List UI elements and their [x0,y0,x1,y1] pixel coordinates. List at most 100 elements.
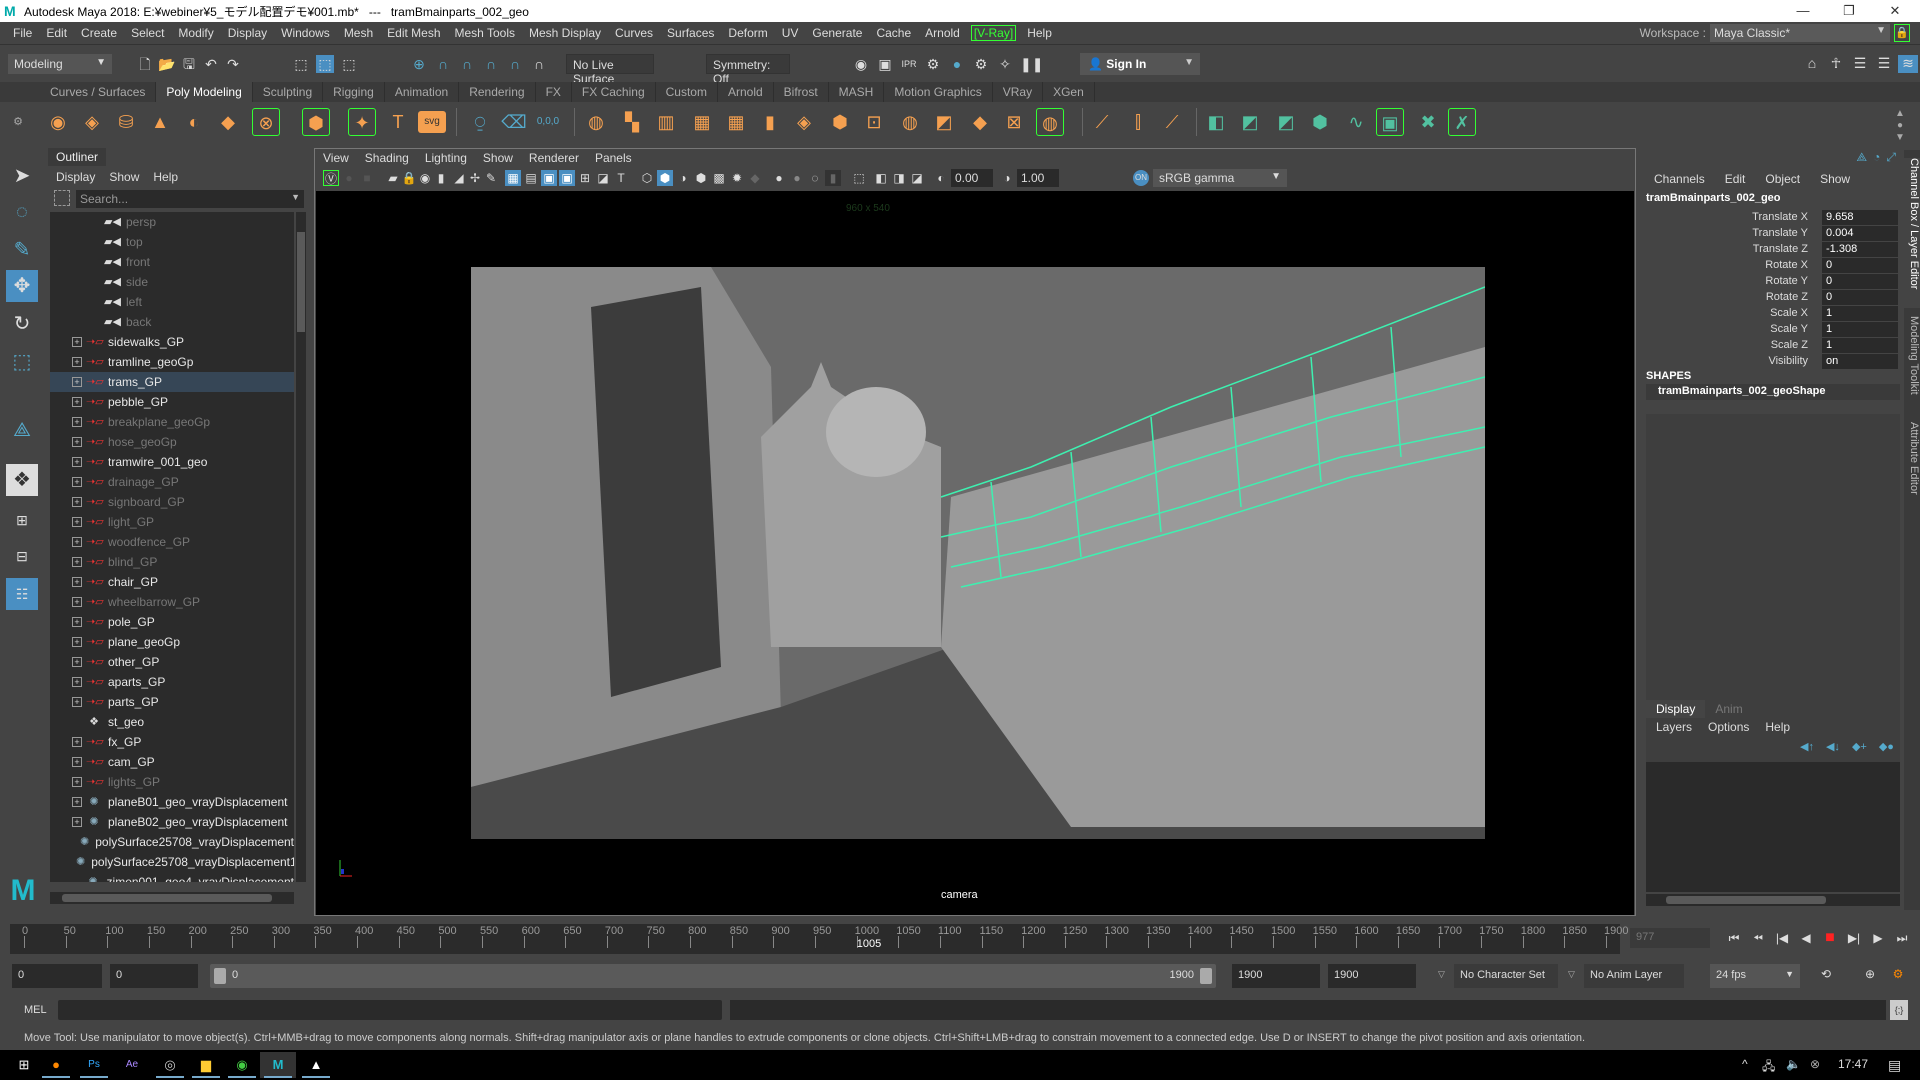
step-back-frame-icon[interactable]: |◀ [1772,928,1792,948]
exposure-field[interactable]: 0.00 [951,169,993,187]
modeling-toolkit-toggle-icon[interactable]: ⌂ [1802,55,1822,73]
channel-value-field[interactable]: 0 [1822,274,1898,289]
minimize-button[interactable]: — [1780,0,1826,22]
gamma-icon[interactable]: ◑ [999,170,1015,186]
anim-layer-dropdown[interactable]: No Anim Layer [1584,964,1684,988]
maya-taskbar-icon[interactable]: M [260,1052,296,1078]
sign-in-button[interactable]: 👤 Sign In ▼ [1080,53,1200,75]
delete-history-icon[interactable]: ⌫ [500,108,528,136]
outliner-tab[interactable]: Outliner [48,148,107,166]
network-icon[interactable]: 🖧 [1762,1057,1775,1078]
after-effects-icon[interactable]: Ae [114,1052,150,1078]
tab-display[interactable]: Display [1646,700,1706,718]
render-current-icon[interactable]: ▣ [876,55,894,73]
outliner-item[interactable]: ❖ st_geo [50,712,294,732]
menu-generate[interactable]: Generate [805,26,869,40]
outliner-item[interactable]: + ➝▱ pebble_GP [50,392,294,412]
outliner-menu-display[interactable]: Display [56,170,95,184]
channel-name[interactable]: Rotate Z [1766,291,1808,303]
outliner-item[interactable]: ▰◀ left [50,292,294,312]
channel-row[interactable]: Translate Z -1.308 [1640,242,1900,258]
outliner-item[interactable]: ✺ polySurface25708_vrayDisplacement [50,832,294,852]
resolution-gate-icon[interactable]: ▣ [541,170,557,186]
expand-icon[interactable]: + [72,657,82,667]
tool-settings-toggle-icon[interactable]: ☰ [1874,55,1894,73]
outliner-vertical-scrollbar[interactable] [296,212,306,882]
xray-components-icon[interactable]: ◪ [909,170,925,186]
viewport-menu-panels[interactable]: Panels [595,151,632,165]
menu-v-ray[interactable]: [V-Ray] [970,25,1017,41]
channel-value-field[interactable]: -1.308 [1822,242,1898,257]
outliner-search-input[interactable]: Search... ▼ [76,190,304,208]
platonic-solid-icon[interactable]: ⬢ [302,108,330,136]
expand-icon[interactable]: + [72,437,82,447]
step-back-key-icon[interactable]: ⏪︎ [1748,928,1768,948]
expand-icon[interactable]: + [72,537,82,547]
tab-channel-box-layer-editor[interactable]: Channel Box / Layer Editor [1904,158,1920,308]
vray-toggle-icon[interactable]: Ⓥ [323,170,339,186]
channel-name[interactable]: Translate Z [1753,243,1808,255]
safe-action-icon[interactable]: ◪ [595,170,611,186]
poly-cone-icon[interactable]: ▲ [146,108,174,136]
outliner-item[interactable]: + ➝▱ signboard_GP [50,492,294,512]
playback-start-field[interactable]: 0 [110,964,198,988]
outliner-item[interactable]: + ➝▱ parts_GP [50,692,294,712]
channel-name[interactable]: Scale Z [1771,339,1808,351]
vray-frame-buffer-icon[interactable]: ▣ [1376,108,1404,136]
quad-draw-icon[interactable]: ⊠ [1000,108,1028,136]
outliner-item[interactable]: + ➝▱ breakplane_geoGp [50,412,294,432]
smooth-icon[interactable]: ▦ [688,108,716,136]
grease-pencil-icon[interactable]: ✎ [483,170,499,186]
bridge-icon[interactable]: ◈ [790,108,818,136]
super-shape-icon[interactable]: ✦ [348,108,376,136]
four-view-layout-icon[interactable]: ⊞ [6,504,38,536]
gamma-field[interactable]: 1.00 [1017,169,1059,187]
combine-icon[interactable]: ◍ [582,108,610,136]
freeze-transform-icon[interactable]: 0,0,0 [534,108,562,136]
bevel-icon[interactable]: ⬢ [826,108,854,136]
lasso-tool-icon[interactable]: ◌ [6,196,38,228]
channel-value-field[interactable]: 1 [1822,322,1898,337]
film-gate-icon[interactable]: ▤ [523,170,539,186]
channel-name[interactable]: Translate X [1752,211,1808,223]
vray-light-icon[interactable]: ◩ [1236,108,1264,136]
expand-icon[interactable]: + [72,577,82,587]
viewport-menu-lighting[interactable]: Lighting [425,151,467,165]
expand-icon[interactable]: + [72,457,82,467]
default-material-icon[interactable]: ◑ [675,170,691,186]
snap-curve-icon[interactable]: ∩ [434,55,452,73]
shelf-tab-mash[interactable]: MASH [829,82,885,102]
shelf-tab-xgen[interactable]: XGen [1043,82,1095,102]
outliner-menu-help[interactable]: Help [153,170,178,184]
stop-icon[interactable]: ■ [1820,928,1840,948]
channel-value-field[interactable]: 1 [1822,338,1898,353]
move-tool-icon[interactable]: ✥ [6,270,38,302]
shelf-tab-curves-surfaces[interactable]: Curves / Surfaces [40,82,157,102]
shelf-tab-rendering[interactable]: Rendering [459,82,536,102]
menu-mesh[interactable]: Mesh [337,26,380,40]
outliner-item[interactable]: + ➝▱ drainage_GP [50,472,294,492]
expand-icon[interactable]: + [72,677,82,687]
outliner-layout-icon[interactable]: ☷ [6,578,38,610]
menu-display[interactable]: Display [221,26,274,40]
tab-attribute-editor[interactable]: Attribute Editor [1904,422,1920,518]
tab-anim[interactable]: Anim [1705,700,1752,718]
hyperbolic-icon[interactable]: ⤢ [1886,150,1896,165]
expand-icon[interactable]: + [72,697,82,707]
average-vertices-icon[interactable]: ▦ [722,108,750,136]
move-layer-down-icon[interactable]: ◀↓ [1826,740,1840,753]
lock-icon[interactable]: 🔒 [1894,24,1910,42]
shelf-tab-arnold[interactable]: Arnold [718,82,774,102]
channel-box-toggle-icon[interactable]: ≋ [1898,55,1918,73]
edit-menu[interactable]: Edit [1725,172,1746,186]
outliner-item[interactable]: + ➝▱ trams_GP [50,372,294,392]
shelf-tab-vray[interactable]: VRay [993,82,1044,102]
tray-overflow-icon[interactable]: ^ [1742,1057,1748,1071]
symmetry-dropdown[interactable]: Symmetry: Off [706,54,790,86]
show-menu[interactable]: Show [1820,172,1850,186]
range-start-handle[interactable] [214,968,226,984]
shelf-tab-rigging[interactable]: Rigging [323,82,385,102]
expand-icon[interactable]: + [72,637,82,647]
connect-icon[interactable]: ◆ [966,108,994,136]
two-view-layout-icon[interactable]: ⊟ [6,540,38,572]
